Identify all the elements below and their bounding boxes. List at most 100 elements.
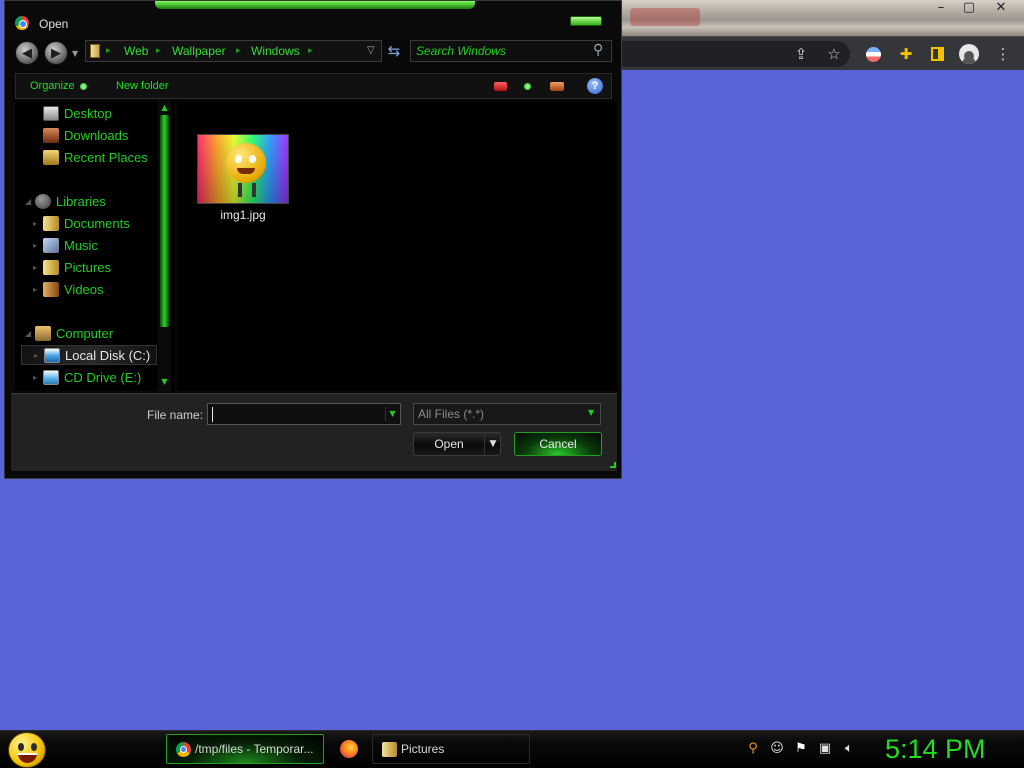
messenger-icon[interactable]: ☺ bbox=[768, 740, 786, 758]
flag-icon[interactable]: ⚑ bbox=[792, 740, 810, 758]
crumb-arrow-icon[interactable]: ▸ bbox=[308, 46, 313, 56]
search-icon[interactable]: ⚲ bbox=[593, 42, 603, 58]
nav-item-documents[interactable]: ▸ Documents bbox=[33, 213, 130, 233]
expand-triangle-icon[interactable]: ▸ bbox=[33, 285, 43, 294]
maximize-button[interactable]: ▢ bbox=[954, 0, 984, 18]
expand-triangle-icon[interactable]: ◢ bbox=[25, 329, 35, 338]
crumb-arrow-icon[interactable]: ▸ bbox=[156, 46, 161, 56]
omnibox[interactable] bbox=[620, 41, 850, 67]
cancel-button[interactable]: Cancel bbox=[514, 432, 602, 456]
file-name-combobox[interactable]: ▼ bbox=[207, 403, 401, 425]
expand-triangle-icon[interactable]: ▸ bbox=[33, 263, 43, 272]
taskbar: /tmp/files - Temporar... Pictures ⚲ ☺ ⚑ … bbox=[0, 730, 1024, 768]
nav-item-libraries[interactable]: ◢ Libraries bbox=[25, 191, 106, 211]
account-icon[interactable] bbox=[958, 43, 980, 65]
network-icon[interactable]: ▣ bbox=[816, 740, 834, 758]
chevron-down-icon[interactable]: ▼ bbox=[385, 407, 399, 421]
expand-triangle-icon[interactable]: ▸ bbox=[33, 219, 43, 228]
help-icon[interactable]: ? bbox=[587, 78, 603, 94]
nav-item-cd-drive[interactable]: ▸ CD Drive (E:) bbox=[33, 367, 141, 387]
chevron-down-icon[interactable]: ▼ bbox=[588, 408, 594, 417]
music-icon bbox=[43, 237, 59, 253]
folder-icon bbox=[382, 741, 397, 757]
expand-triangle-icon[interactable]: ▸ bbox=[33, 241, 43, 250]
expand-triangle-icon[interactable]: ▸ bbox=[34, 351, 44, 360]
nav-item-videos[interactable]: ▸ Videos bbox=[33, 279, 104, 299]
resize-grip-icon[interactable] bbox=[610, 462, 616, 468]
change-view-icon[interactable] bbox=[494, 82, 507, 91]
file-name: img1.jpg bbox=[220, 208, 266, 222]
dialog-bottom-panel: File name: ▼ All Files (*.*) ▼ Open ▼ Ca… bbox=[11, 393, 617, 471]
share-icon[interactable]: ⇪ bbox=[790, 43, 812, 65]
close-window-button[interactable]: ✕ bbox=[986, 0, 1016, 18]
search-box[interactable]: ⚲ bbox=[410, 40, 612, 62]
nav-label: Libraries bbox=[56, 193, 106, 209]
pictures-icon bbox=[43, 259, 59, 275]
view-options-dot-icon[interactable] bbox=[524, 83, 531, 90]
nav-label: Computer bbox=[56, 325, 114, 341]
taskbar-item-pictures[interactable]: Pictures bbox=[372, 734, 530, 764]
breadcrumb-web[interactable]: Web bbox=[124, 44, 148, 58]
forward-icon[interactable]: ▶ bbox=[44, 41, 68, 65]
organize-label: Organize bbox=[30, 80, 75, 92]
title-glow bbox=[155, 1, 475, 9]
crumb-arrow-icon[interactable]: ▸ bbox=[236, 46, 241, 56]
chevron-down-icon[interactable]: ▼ bbox=[484, 433, 501, 455]
new-folder-button[interactable]: New folder bbox=[116, 80, 169, 92]
side-panel-icon[interactable] bbox=[926, 43, 948, 65]
nav-label: Recent Places bbox=[64, 149, 148, 165]
breadcrumb-windows[interactable]: Windows bbox=[251, 44, 300, 58]
search-icon[interactable]: ⚲ bbox=[744, 740, 762, 758]
nav-item-music[interactable]: ▸ Music bbox=[33, 235, 98, 255]
expand-triangle-icon[interactable]: ▸ bbox=[33, 373, 43, 382]
recent-places-icon bbox=[43, 149, 59, 165]
nav-item-local-disk[interactable]: ▸ Local Disk (C:) bbox=[21, 345, 157, 365]
file-type-value: All Files (*.*) bbox=[418, 407, 485, 421]
nav-label: Videos bbox=[64, 281, 104, 297]
open-button[interactable]: Open ▼ bbox=[413, 432, 501, 456]
nav-item-pictures[interactable]: ▸ Pictures bbox=[33, 257, 111, 277]
chevron-down-icon[interactable]: ▽ bbox=[367, 45, 375, 56]
scroll-up-icon[interactable]: ▲ bbox=[158, 103, 171, 115]
organize-button[interactable]: Organize bbox=[30, 80, 87, 92]
close-icon[interactable] bbox=[570, 16, 602, 26]
dialog-titlebar[interactable]: Open bbox=[5, 1, 621, 39]
documents-icon bbox=[43, 215, 59, 231]
profile-color-icon[interactable] bbox=[862, 43, 884, 65]
refresh-icon[interactable]: ⇆ bbox=[384, 42, 404, 60]
nav-scrollbar[interactable]: ▲ ▼ bbox=[158, 101, 171, 391]
image-thumbnail bbox=[197, 134, 289, 204]
breadcrumb-wallpaper[interactable]: Wallpaper bbox=[172, 44, 226, 58]
taskbar-item-chrome[interactable]: /tmp/files - Temporar... bbox=[166, 734, 324, 764]
clock[interactable]: 5:14 PM bbox=[885, 734, 986, 765]
back-icon[interactable]: ◀ bbox=[15, 41, 39, 65]
taskbar-item-firefox[interactable] bbox=[334, 734, 364, 764]
minimize-button[interactable]: – bbox=[926, 0, 956, 18]
scrollbar-thumb[interactable] bbox=[160, 115, 169, 327]
nav-item-computer[interactable]: ◢ Computer bbox=[25, 323, 113, 343]
expand-triangle-icon[interactable]: ◢ bbox=[25, 197, 35, 206]
task-label: /tmp/files - Temporar... bbox=[195, 742, 314, 756]
recent-locations-chevron-icon[interactable]: ▼ bbox=[72, 49, 78, 58]
search-input[interactable] bbox=[416, 43, 586, 59]
computer-icon bbox=[35, 325, 51, 341]
videos-icon bbox=[43, 281, 59, 297]
file-list[interactable]: img1.jpg bbox=[177, 101, 617, 391]
crumb-arrow-icon[interactable]: ▸ bbox=[106, 46, 111, 56]
file-type-select[interactable]: All Files (*.*) ▼ bbox=[413, 403, 601, 425]
file-item[interactable]: img1.jpg bbox=[193, 131, 293, 231]
start-smiley-icon[interactable] bbox=[8, 732, 46, 768]
bookmark-star-icon[interactable]: ☆ bbox=[823, 43, 845, 65]
preview-pane-icon[interactable] bbox=[550, 82, 564, 91]
nav-label: Documents bbox=[64, 215, 130, 231]
browser-toolbar: ⇪ ☆ ✚ ⋮ bbox=[620, 36, 1024, 70]
nav-item-desktop[interactable]: Desktop bbox=[43, 103, 112, 123]
volume-icon[interactable]: 🔈︎ bbox=[840, 740, 858, 758]
file-name-input[interactable] bbox=[212, 407, 382, 422]
address-bar[interactable]: ▸ Web ▸ Wallpaper ▸ Windows ▸ ▽ bbox=[85, 40, 382, 62]
menu-icon[interactable]: ⋮ bbox=[992, 43, 1014, 65]
nav-item-recent-places[interactable]: Recent Places bbox=[43, 147, 148, 167]
extensions-icon[interactable]: ✚ bbox=[895, 43, 917, 65]
scroll-down-icon[interactable]: ▼ bbox=[158, 377, 171, 389]
nav-item-downloads[interactable]: Downloads bbox=[43, 125, 128, 145]
